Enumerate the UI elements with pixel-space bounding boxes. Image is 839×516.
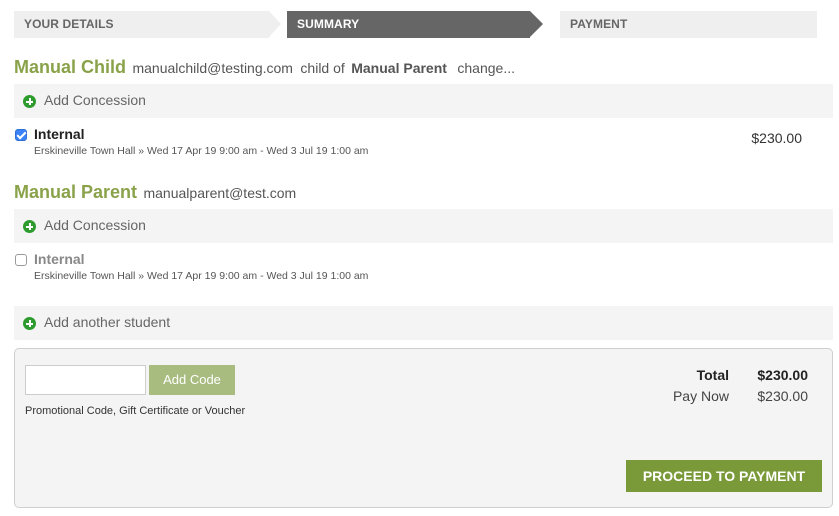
promo-code-input[interactable]	[25, 365, 146, 395]
pay-now-label: Pay Now	[672, 388, 729, 404]
parent-name: Manual Parent	[351, 60, 447, 76]
add-concession-label[interactable]: Add Concession	[44, 92, 146, 108]
enrolment-row-parent: Internal Erskineville Town Hall » Wed 17…	[14, 251, 814, 286]
enrolment-detail: Erskineville Town Hall » Wed 17 Apr 19 9…	[34, 270, 369, 282]
enrolment-price: $230.00	[751, 130, 802, 146]
step-payment: PAYMENT	[560, 11, 817, 38]
student-name: Manual Child	[14, 57, 126, 77]
plus-circle-icon	[23, 220, 36, 233]
add-student-label[interactable]: Add another student	[44, 314, 170, 330]
checkout-steps: YOUR DETAILS SUMMARY PAYMENT	[14, 11, 817, 38]
student-email: manualparent@test.com	[143, 185, 297, 201]
student-email: manualchild@testing.com	[132, 60, 293, 76]
student-header-parent: Manual Parent manualparent@test.com	[14, 182, 296, 204]
enrolment-title: Internal	[34, 251, 85, 267]
step-summary: SUMMARY	[287, 11, 543, 38]
enrolment-row-child: Internal Erskineville Town Hall » Wed 17…	[14, 126, 814, 161]
enrolment-checkbox[interactable]	[15, 129, 27, 141]
promo-caption: Promotional Code, Gift Certificate or Vo…	[25, 405, 246, 417]
add-concession-bar-child[interactable]: Add Concession	[14, 84, 833, 118]
add-concession-label[interactable]: Add Concession	[44, 217, 146, 233]
pay-now-value: $230.00	[757, 388, 808, 404]
plus-circle-icon	[23, 95, 36, 108]
proceed-to-payment-button[interactable]: PROCEED TO PAYMENT	[626, 460, 822, 492]
student-header-child: Manual Child manualchild@testing.com chi…	[14, 57, 515, 79]
enrolment-detail: Erskineville Town Hall » Wed 17 Apr 19 9…	[34, 145, 369, 157]
enrolment-title: Internal	[34, 126, 85, 142]
plus-circle-icon	[23, 317, 36, 330]
change-link[interactable]: change...	[457, 60, 515, 76]
relation-text: child of	[300, 60, 345, 76]
add-concession-bar-parent[interactable]: Add Concession	[14, 209, 833, 243]
step-your-details[interactable]: YOUR DETAILS	[14, 11, 281, 38]
student-name: Manual Parent	[14, 182, 138, 202]
add-code-button[interactable]: Add Code	[149, 365, 235, 395]
order-summary-panel: Add Code Promotional Code, Gift Certific…	[14, 348, 833, 508]
total-value: $230.00	[757, 367, 808, 383]
enrolment-checkbox[interactable]	[15, 254, 27, 266]
total-label: Total	[696, 367, 729, 383]
add-student-bar[interactable]: Add another student	[14, 306, 833, 340]
